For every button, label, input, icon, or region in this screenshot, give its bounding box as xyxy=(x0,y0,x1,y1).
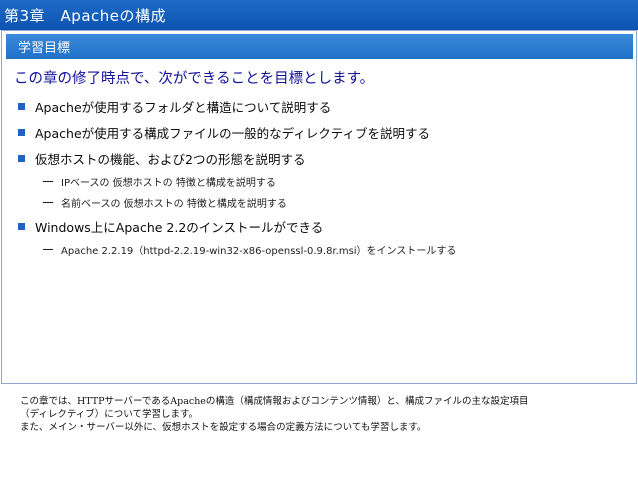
square-bullet-icon xyxy=(18,154,25,162)
square-bullet-icon xyxy=(18,222,25,230)
dash-bullet-icon xyxy=(43,181,53,182)
slide-page: 第3章 Apacheの構成 学習目標 この章の修了時点で、次ができることを目標と… xyxy=(0,0,638,479)
objective-text: 仮想ホストの機能、および2つの形態を説明する xyxy=(35,151,306,167)
objective-item: 仮想ホストの機能、および2つの形態を説明する xyxy=(14,145,624,171)
objective-text: Apacheが使用するフォルダと構造について説明する xyxy=(35,99,332,115)
dash-bullet-icon xyxy=(43,249,53,250)
objectives-list: Apacheが使用するフォルダと構造について説明する Apacheが使用する構成… xyxy=(14,93,624,260)
note-line: この章では、HTTPサーバーであるApacheの構造（構成情報およびコンテンツ情… xyxy=(20,396,529,407)
sub-objective-text: IPベースの 仮想ホストの 特徴と構成を説明する xyxy=(61,178,276,189)
chapter-title: 第3章 Apacheの構成 xyxy=(4,6,167,25)
sub-objective-text: Apache 2.2.19（httpd-2.2.19-win32-x86-ope… xyxy=(61,246,457,257)
objective-text: Windows上にApache 2.2のインストールができる xyxy=(35,219,324,235)
speaker-notes: この章では、HTTPサーバーであるApacheの構造（構成情報およびコンテンツ情… xyxy=(20,395,630,434)
section-title: 学習目標 xyxy=(18,41,71,56)
objective-item: Apacheが使用するフォルダと構造について説明する xyxy=(14,93,624,119)
square-bullet-icon xyxy=(18,102,25,110)
sub-objective-item: IPベースの 仮想ホストの 特徴と構成を説明する xyxy=(14,171,624,192)
lead-text: この章の修了時点で、次ができることを目標とします。 xyxy=(14,71,375,87)
note-line: また、メイン・サーバー以外に、仮想ホストを設定する場合の定義方法についても学習し… xyxy=(20,422,427,433)
square-bullet-icon xyxy=(18,128,25,136)
slide-frame: 学習目標 この章の修了時点で、次ができることを目標とします。 Apacheが使用… xyxy=(1,30,637,384)
sub-objective-item: Apache 2.2.19（httpd-2.2.19-win32-x86-ope… xyxy=(14,239,624,260)
objective-item: Apacheが使用する構成ファイルの一般的なディレクティブを説明する xyxy=(14,119,624,145)
dash-bullet-icon xyxy=(43,202,53,203)
objective-text: Apacheが使用する構成ファイルの一般的なディレクティブを説明する xyxy=(35,125,431,141)
chapter-title-bar: 第3章 Apacheの構成 xyxy=(0,0,638,30)
sub-objective-item: 名前ベースの 仮想ホストの 特徴と構成を説明する xyxy=(14,192,624,213)
sub-objective-text: 名前ベースの 仮想ホストの 特徴と構成を説明する xyxy=(61,199,287,210)
note-line: （ディレクティブ）について学習します。 xyxy=(20,409,199,420)
objective-item: Windows上にApache 2.2のインストールができる xyxy=(14,213,624,239)
section-header-bar: 学習目標 xyxy=(6,34,633,59)
